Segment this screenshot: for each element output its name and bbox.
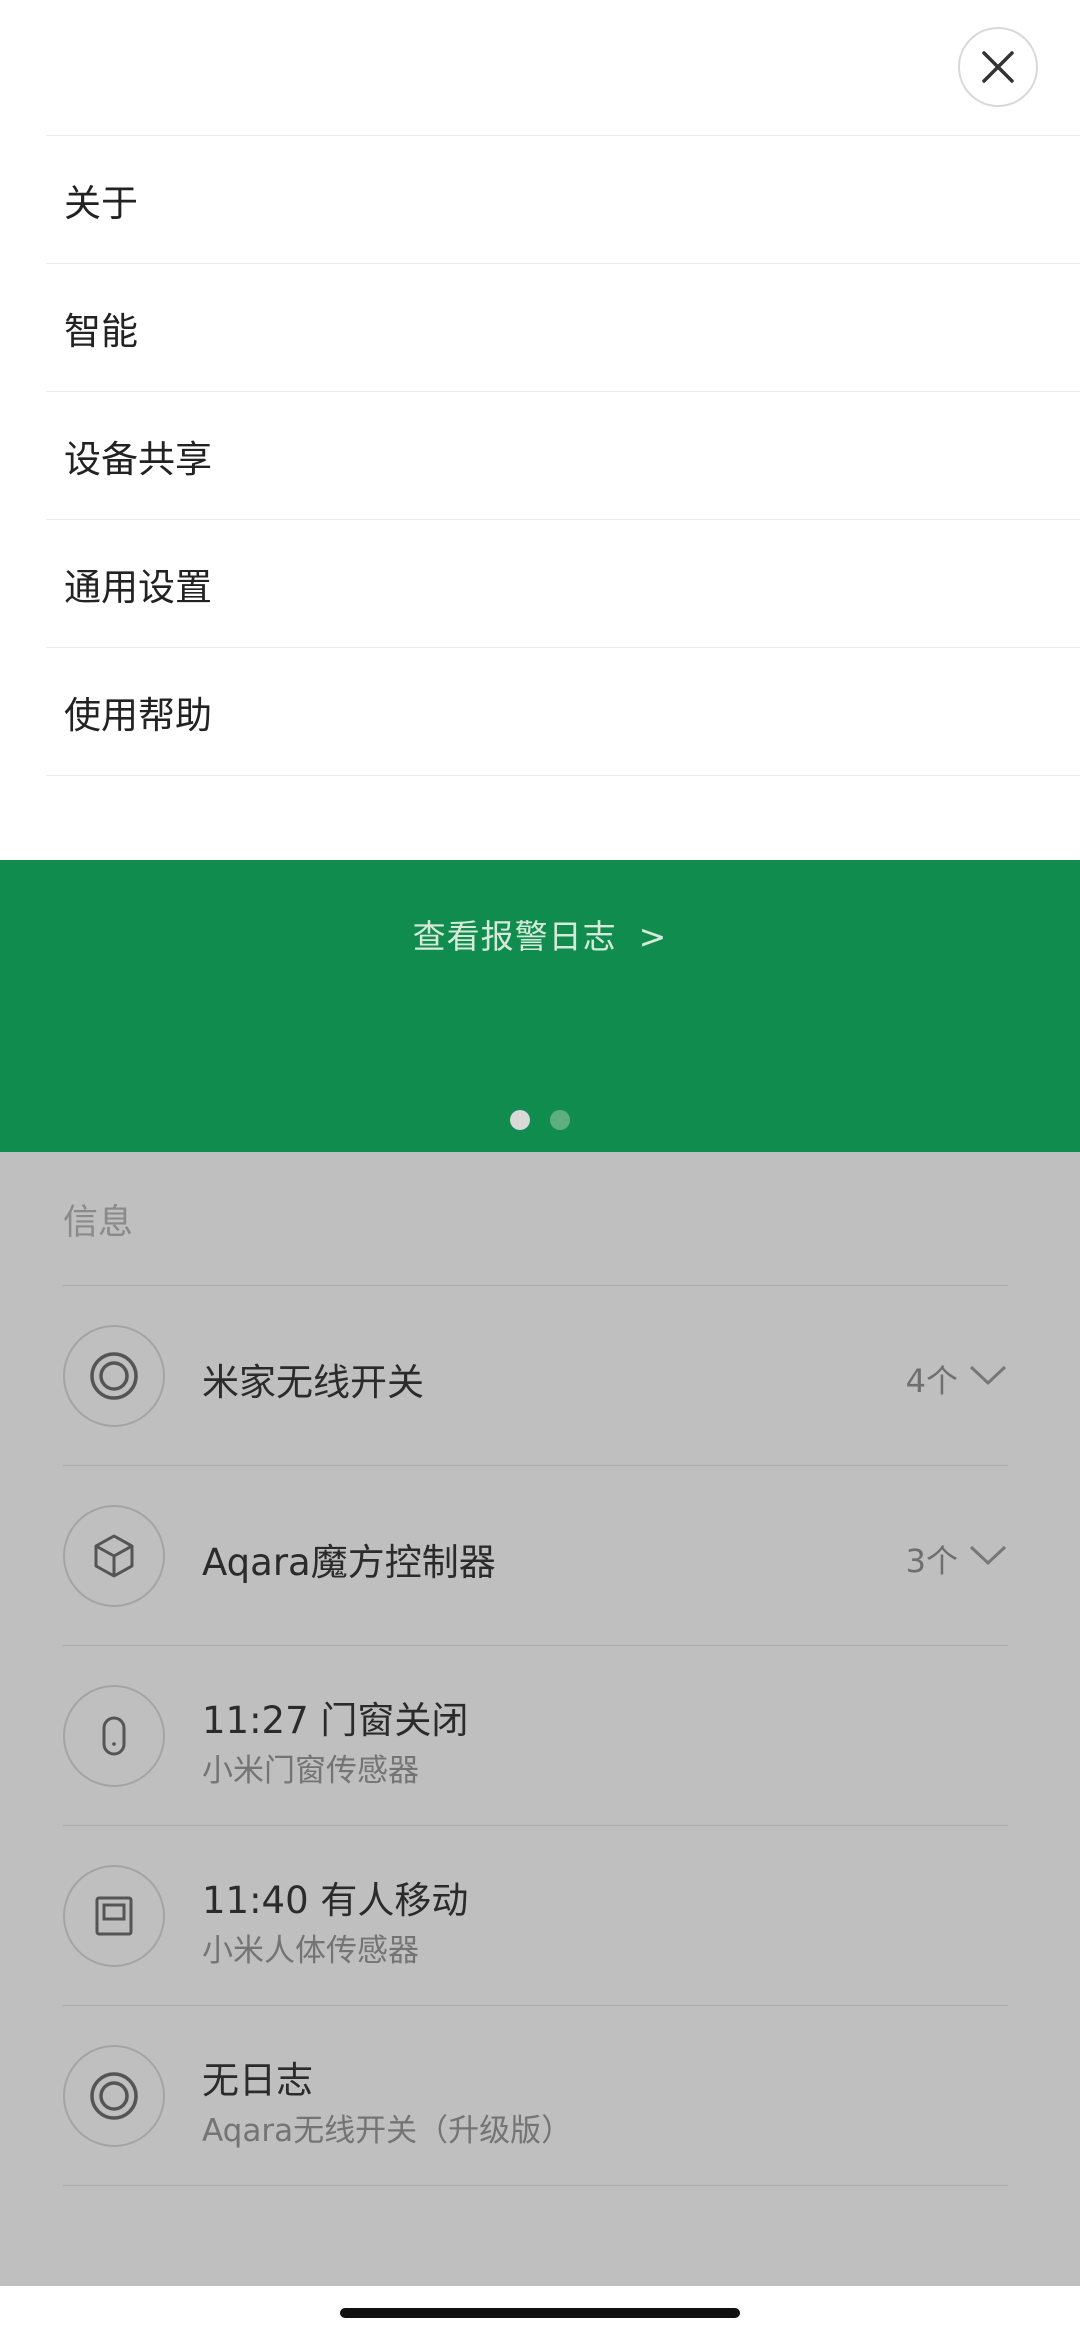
device-event-subtitle: 小米门窗传感器 bbox=[202, 1753, 419, 1789]
device-row-door-sensor[interactable]: 11:27 门窗关闭 小米门窗传感器 bbox=[63, 1646, 1008, 1826]
device-row-motion-sensor[interactable]: 11:40 有人移动 小米人体传感器 bbox=[63, 1826, 1008, 2006]
motion-sensor-icon bbox=[63, 1865, 165, 1967]
page-dot bbox=[550, 1110, 570, 1130]
menu-item-label: 设备共享 bbox=[64, 437, 212, 481]
info-section-title: 信息 bbox=[63, 1203, 134, 1243]
menu-item-general-settings[interactable]: 通用设置 bbox=[46, 520, 1080, 648]
menu-sheet: 关于 智能 设备共享 通用设置 使用帮助 bbox=[0, 0, 1080, 860]
device-event-title: 11:27 门窗关闭 bbox=[202, 1699, 469, 1742]
device-event-title: 11:40 有人移动 bbox=[202, 1879, 469, 1922]
device-row-wireless-switch-upgrade[interactable]: 无日志 Aqara无线开关（升级版） bbox=[63, 2006, 1008, 2186]
menu-item-label: 使用帮助 bbox=[64, 693, 212, 737]
menu-item-device-sharing[interactable]: 设备共享 bbox=[46, 392, 1080, 520]
device-name: Aqara魔方控制器 bbox=[202, 1541, 496, 1584]
page-indicator bbox=[0, 1110, 1080, 1130]
bottom-bar bbox=[0, 2286, 1080, 2330]
info-panel: 信息 米家无线开关 4个 Aqara魔方控制器 3个 11:27 门窗关闭 小米… bbox=[0, 1152, 1080, 2286]
cube-icon bbox=[63, 1505, 165, 1607]
device-count: 3个 bbox=[905, 1542, 958, 1580]
chevron-down-icon[interactable] bbox=[968, 1358, 1008, 1392]
door-sensor-icon bbox=[63, 1685, 165, 1787]
chevron-down-icon[interactable] bbox=[968, 1538, 1008, 1572]
device-name: 米家无线开关 bbox=[202, 1361, 424, 1404]
menu-list: 关于 智能 设备共享 通用设置 使用帮助 bbox=[46, 135, 1080, 776]
menu-item-about[interactable]: 关于 bbox=[46, 136, 1080, 264]
close-button[interactable] bbox=[958, 27, 1038, 107]
menu-item-label: 智能 bbox=[64, 309, 138, 353]
device-event-subtitle: 小米人体传感器 bbox=[202, 1933, 419, 1969]
device-list: 米家无线开关 4个 Aqara魔方控制器 3个 11:27 门窗关闭 小米门窗传… bbox=[63, 1285, 1008, 2186]
menu-item-help[interactable]: 使用帮助 bbox=[46, 648, 1080, 776]
view-alarm-log-label: 查看报警日志 bbox=[412, 917, 617, 956]
device-event-title: 无日志 bbox=[202, 2059, 313, 2102]
menu-item-label: 关于 bbox=[64, 181, 138, 225]
page-dot-active bbox=[510, 1110, 530, 1130]
ring-icon bbox=[63, 2045, 165, 2147]
close-icon bbox=[982, 51, 1014, 83]
menu-item-smart[interactable]: 智能 bbox=[46, 264, 1080, 392]
screen: 关于 智能 设备共享 通用设置 使用帮助 查看报警日志 > 信息 米家无线开关 … bbox=[0, 0, 1080, 2330]
home-indicator[interactable] bbox=[340, 2308, 740, 2318]
alarm-banner: 查看报警日志 > bbox=[0, 860, 1080, 1152]
device-event-subtitle: Aqara无线开关（升级版） bbox=[202, 2113, 573, 2149]
chevron-right-icon: > bbox=[638, 917, 668, 956]
device-row-cube-controller[interactable]: Aqara魔方控制器 3个 bbox=[63, 1466, 1008, 1646]
menu-item-label: 通用设置 bbox=[64, 565, 212, 609]
device-row-wireless-switch[interactable]: 米家无线开关 4个 bbox=[63, 1286, 1008, 1466]
view-alarm-log-link[interactable]: 查看报警日志 > bbox=[0, 910, 1080, 958]
device-count: 4个 bbox=[905, 1362, 958, 1400]
ring-icon bbox=[63, 1325, 165, 1427]
